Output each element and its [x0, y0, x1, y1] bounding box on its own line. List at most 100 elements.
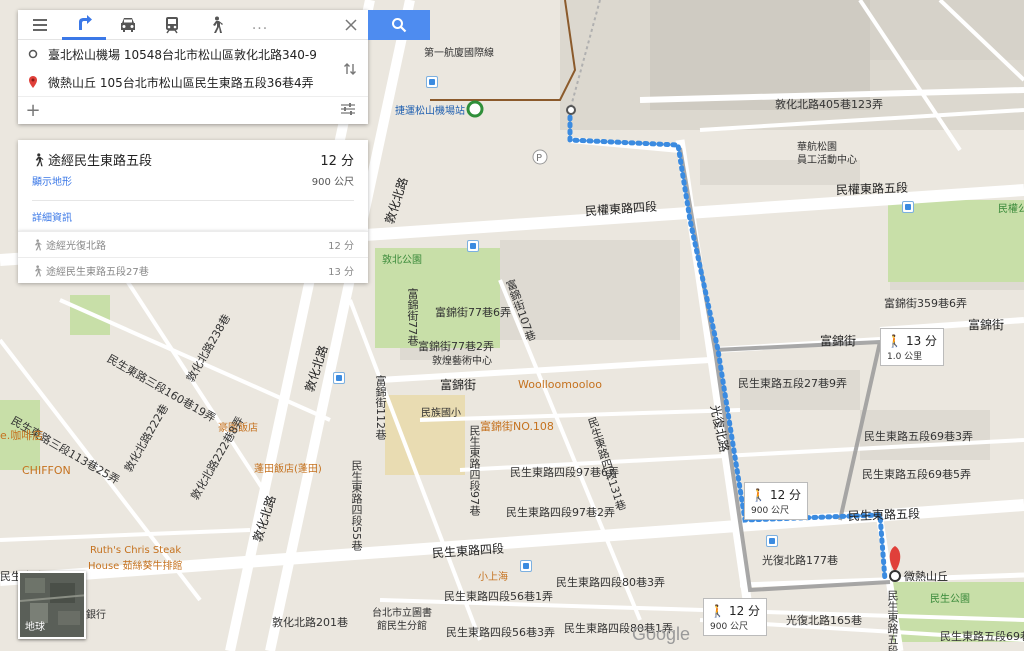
mrt-station-icon: [466, 100, 484, 118]
alt-route-item[interactable]: 途經民生東路五段27巷 13 分: [18, 257, 368, 283]
label-minsheng-4-56-1: 民生東路四段56巷1弄: [444, 590, 553, 603]
label-minsheng-e-4-55: 民生東路四段55巷: [350, 460, 363, 551]
earth-label: 地球: [25, 622, 45, 633]
label-bank: 銀行: [86, 610, 106, 621]
label-dunbei-park: 敦北公園: [382, 255, 422, 266]
label-minsheng-4-80-3: 民生東路四段80巷3弄: [556, 576, 665, 589]
label-guangfu-165: 光復北路165巷: [786, 614, 862, 627]
label-dunhua-405: 敦化北路405巷123弄: [775, 98, 883, 111]
directions-icon: [79, 15, 92, 30]
walk-icon: [35, 238, 42, 250]
label-minsheng-e-5-sign: 民生東路五段: [886, 590, 899, 651]
label-chiffon[interactable]: CHIFFON: [22, 464, 71, 477]
label-minsheng-park: 民生公園: [930, 594, 970, 605]
label-coffee[interactable]: e.咖啡店: [0, 427, 43, 443]
label-minzu-school: 民族國小: [421, 408, 461, 419]
walk-icon: [35, 152, 44, 166]
label-staff-center: 員工活動中心: [797, 155, 857, 166]
origin-circle-icon: [28, 49, 38, 59]
add-destination-button[interactable]: +: [18, 100, 48, 121]
show-terrain-link[interactable]: 顯示地形: [32, 173, 72, 188]
label-minquan-park: 民權公: [998, 204, 1024, 215]
close-icon: [345, 19, 357, 31]
label-fujin-77: 富錦街77巷: [406, 288, 419, 346]
alt-route-title: 途經光復北路: [46, 241, 106, 252]
more-modes-button[interactable]: ...: [238, 10, 282, 40]
label-dunhua-art: 敦煌藝術中心: [432, 356, 492, 367]
destination-input[interactable]: [48, 75, 368, 89]
label-mrt-station: 捷運松山機場站: [395, 106, 465, 117]
directions-mode-button[interactable]: [62, 10, 106, 40]
earth-view-toggle[interactable]: 地球: [18, 571, 86, 639]
walk-icon: 🚶: [751, 487, 766, 502]
swap-waypoints-button[interactable]: [340, 58, 360, 80]
google-logo: Google: [632, 624, 691, 644]
route-time: 12 分: [320, 154, 354, 169]
bus-stop-icon[interactable]: [520, 560, 532, 572]
label-dunhua-201: 敦化北路201巷: [272, 616, 348, 629]
bus-stop-icon[interactable]: [426, 76, 438, 88]
route-time-box-12-main[interactable]: 🚶 12 分 900 公尺: [744, 482, 809, 520]
label-guangfu-177: 光復北路177巷: [762, 554, 838, 567]
destination-pin-label[interactable]: 微熱山丘: [904, 568, 948, 584]
label-minsheng-4-56-3: 民生東路四段56巷3弄: [446, 626, 555, 639]
walk-icon: [35, 264, 42, 276]
label-fujin-2: 富錦街: [820, 334, 857, 348]
label-minquan-e-5: 民權東路五段: [835, 180, 909, 198]
destination-pin-icon: [29, 76, 37, 88]
train-icon: [166, 16, 178, 33]
alt-route-time: 13 分: [328, 267, 354, 278]
walk-icon: [213, 16, 223, 33]
label-minsheng-5: 民生東路五段: [847, 506, 921, 524]
label-minsheng-4-69-5: 民生東路五段69巷5弄: [862, 468, 971, 481]
route-card[interactable]: 途經民生東路五段 12 分 顯示地形 900 公尺 詳細資訊: [18, 140, 368, 231]
bus-stop-icon[interactable]: [902, 201, 914, 213]
swap-icon: [344, 63, 356, 75]
search-icon: [392, 18, 407, 33]
label-ruths2[interactable]: House 茹絲葵牛排館: [88, 557, 183, 572]
label-penglai[interactable]: 蓬田飯店(蓬田): [254, 460, 322, 475]
add-destination-row: +: [18, 96, 368, 124]
label-minsheng-5-27-9: 民生東路五段27巷9弄: [738, 377, 847, 390]
origin-marker: [566, 105, 576, 115]
bus-stop-icon[interactable]: [467, 240, 479, 252]
label-minsheng-4-97-2: 民生東路四段97巷2弄: [506, 506, 615, 519]
label-fujin-112: 富錦街112巷: [374, 375, 387, 440]
label-fujin-108[interactable]: 富錦街NO.108: [480, 418, 554, 434]
route-distance: 900 公尺: [311, 177, 354, 188]
label-minsheng-e-4-97: 民生東路四段97巷: [468, 425, 481, 516]
label-fujin-77-6: 富錦街77巷6弄: [435, 306, 511, 319]
alternate-routes: 途經光復北路 12 分 途經民生東路五段27巷 13 分: [18, 231, 368, 283]
alt-route-title: 途經民生東路五段27巷: [46, 267, 149, 278]
label-library2: 館民生分館: [377, 621, 427, 632]
divider: [32, 200, 354, 201]
destination-row: [18, 68, 368, 96]
route-time-box-12-alt[interactable]: 🚶 12 分 900 公尺: [703, 598, 768, 636]
origin-row: [18, 40, 368, 68]
label-fujin-3: 富錦街: [968, 318, 1005, 332]
transit-mode-button[interactable]: [150, 10, 194, 40]
svg-text:P: P: [536, 153, 542, 164]
driving-mode-button[interactable]: [106, 10, 150, 40]
search-button[interactable]: [368, 10, 430, 40]
alt-route-time: 12 分: [328, 241, 354, 252]
route-options-button[interactable]: [340, 101, 360, 121]
label-woolloo[interactable]: Woolloomooloo: [518, 378, 602, 391]
origin-input[interactable]: [48, 47, 368, 61]
walk-icon: 🚶: [887, 333, 902, 348]
walking-mode-button[interactable]: [194, 10, 238, 40]
sliders-icon: [341, 103, 355, 115]
menu-button[interactable]: [18, 10, 62, 40]
alt-route-item[interactable]: 途經光復北路 12 分: [18, 231, 368, 257]
label-fujin: 富錦街: [440, 378, 477, 392]
route-time-box-13[interactable]: 🚶 13 分 1.0 公里: [880, 328, 945, 366]
directions-panel: ... +: [18, 10, 368, 124]
details-link[interactable]: 詳細資訊: [32, 209, 72, 224]
bus-stop-icon[interactable]: [766, 535, 778, 547]
label-ruths[interactable]: Ruth's Chris Steak: [90, 545, 181, 556]
car-icon: [121, 17, 135, 32]
label-fujin-359-6: 富錦街359巷6弄: [884, 297, 967, 310]
label-little-shanghai[interactable]: 小上海: [478, 568, 508, 583]
close-directions-button[interactable]: [340, 14, 362, 36]
bus-stop-icon[interactable]: [333, 372, 345, 384]
